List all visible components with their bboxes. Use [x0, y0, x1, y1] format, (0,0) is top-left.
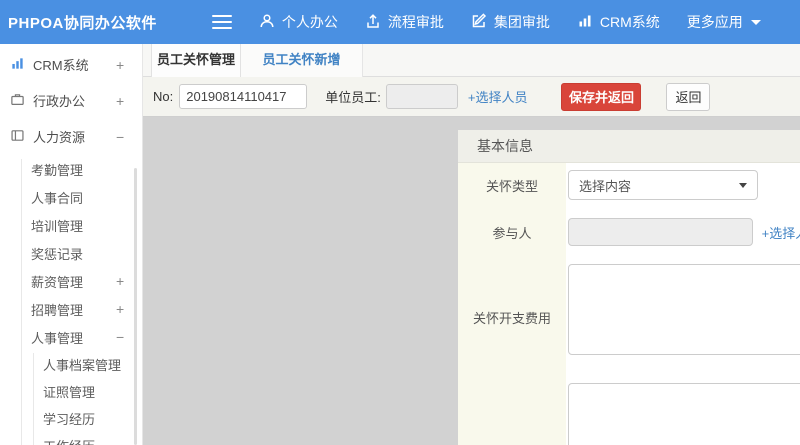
sidebar-item-certificates[interactable]: 证照管理: [0, 378, 142, 405]
tab-employee-care-management[interactable]: 员工关怀管理: [151, 44, 241, 77]
effect-label: 关怀效果: [458, 377, 566, 445]
briefcase-icon: [10, 92, 33, 110]
form-row-expense: 关怀开支费用: [458, 257, 800, 377]
participants-label: 参与人: [458, 207, 566, 257]
book-icon: [10, 128, 33, 146]
effect-textarea[interactable]: [568, 383, 800, 445]
record-toolbar: No: 单位员工: +选择人员 保存并返回 返回: [143, 77, 800, 117]
sidebar-item-work-history[interactable]: 工作经历: [0, 432, 142, 445]
app-title: PHPOA协同办公软件: [8, 14, 157, 32]
expand-icon[interactable]: +: [116, 301, 142, 317]
top-navbar: PHPOA协同办公软件 个人办公 流程审批 集团审批 CRM系统 更多应用: [0, 0, 800, 44]
sidebar-item-recruitment[interactable]: 招聘管理 +: [0, 295, 142, 323]
bar-chart-icon: [577, 13, 600, 32]
form-row-effect: 关怀效果: [458, 377, 800, 445]
expense-label: 关怀开支费用: [458, 257, 566, 377]
expense-textarea[interactable]: [568, 264, 800, 355]
expand-icon[interactable]: +: [116, 273, 142, 289]
expand-icon[interactable]: +: [116, 93, 142, 109]
personnel-submenu: 人事档案管理 证照管理 学习经历 工作经历: [0, 351, 142, 445]
select-person-link[interactable]: +选择人员: [468, 87, 528, 106]
participants-input[interactable]: [568, 218, 753, 246]
save-and-return-button[interactable]: 保存并返回: [561, 82, 642, 111]
nav-item-group-approval[interactable]: 集团审批: [471, 12, 550, 32]
edit-icon: [471, 12, 494, 32]
unit-employee-label: 单位员工:: [325, 90, 381, 105]
form-row-participants: 参与人 +选择人员: [458, 207, 800, 257]
sidebar-item-rewards[interactable]: 奖惩记录: [0, 239, 142, 267]
unit-employee-input[interactable]: [385, 84, 458, 109]
nav-item-workflow-approval[interactable]: 流程审批: [365, 12, 444, 32]
select-participants-link[interactable]: +选择人员: [762, 223, 800, 242]
sidebar-item-human-resources[interactable]: 人力资源 −: [0, 121, 142, 152]
back-button[interactable]: 返回: [666, 82, 711, 111]
sidebar-item-attendance[interactable]: 考勤管理: [0, 155, 142, 183]
sidebar-item-crm[interactable]: CRM系统 +: [0, 49, 142, 80]
sidebar-item-salary[interactable]: 薪资管理 +: [0, 267, 142, 295]
sidebar-item-training[interactable]: 培训管理: [0, 211, 142, 239]
workspace: 基本信息 关怀类型 选择内容 参与人 +选择人员 关怀开支费用: [143, 118, 800, 445]
collapse-icon[interactable]: −: [116, 129, 142, 145]
hr-submenu: 考勤管理 人事合同 培训管理 奖惩记录 薪资管理 + 招聘管理 + 人事管理 − 人事…: [0, 155, 142, 445]
no-label: No:: [153, 89, 174, 104]
tab-bar: 员工关怀管理 员工关怀新增: [143, 44, 800, 77]
sidebar-item-hr-contract[interactable]: 人事合同: [0, 183, 142, 211]
sidebar-item-admin-office[interactable]: 行政办公 +: [0, 85, 142, 116]
nav-item-personal-office[interactable]: 个人办公: [259, 12, 338, 32]
caret-down-icon: [750, 19, 761, 25]
form-row-care-type: 关怀类型 选择内容: [458, 163, 800, 207]
sidebar-item-personnel-mgmt[interactable]: 人事管理 −: [0, 323, 142, 351]
sidebar-scrollbar[interactable]: [134, 168, 137, 445]
care-type-label: 关怀类型: [458, 163, 566, 207]
collapse-icon[interactable]: −: [116, 329, 142, 345]
sidebar-item-personnel-files[interactable]: 人事档案管理: [0, 351, 142, 378]
chevron-down-icon: [739, 182, 747, 188]
record-number-input[interactable]: [179, 84, 308, 109]
upload-icon: [365, 13, 388, 32]
basic-info-panel: 基本信息 关怀类型 选择内容 参与人 +选择人员 关怀开支费用: [458, 130, 800, 445]
expand-icon[interactable]: +: [116, 57, 142, 73]
sidebar-item-education-history[interactable]: 学习经历: [0, 405, 142, 432]
nav-item-crm-system[interactable]: CRM系统: [577, 12, 660, 32]
tab-employee-care-new[interactable]: 员工关怀新增: [241, 44, 363, 77]
hamburger-menu-icon[interactable]: [211, 15, 232, 29]
care-type-select[interactable]: 选择内容: [568, 170, 758, 200]
user-icon: [259, 13, 282, 32]
nav-item-more-apps[interactable]: 更多应用: [687, 12, 761, 32]
panel-title: 基本信息: [458, 130, 800, 163]
sidebar: CRM系统 + 行政办公 + 人力资源 − 考勤管理 人事合同 培训管理 奖惩记…: [0, 44, 143, 445]
bar-chart-icon: [10, 56, 33, 74]
